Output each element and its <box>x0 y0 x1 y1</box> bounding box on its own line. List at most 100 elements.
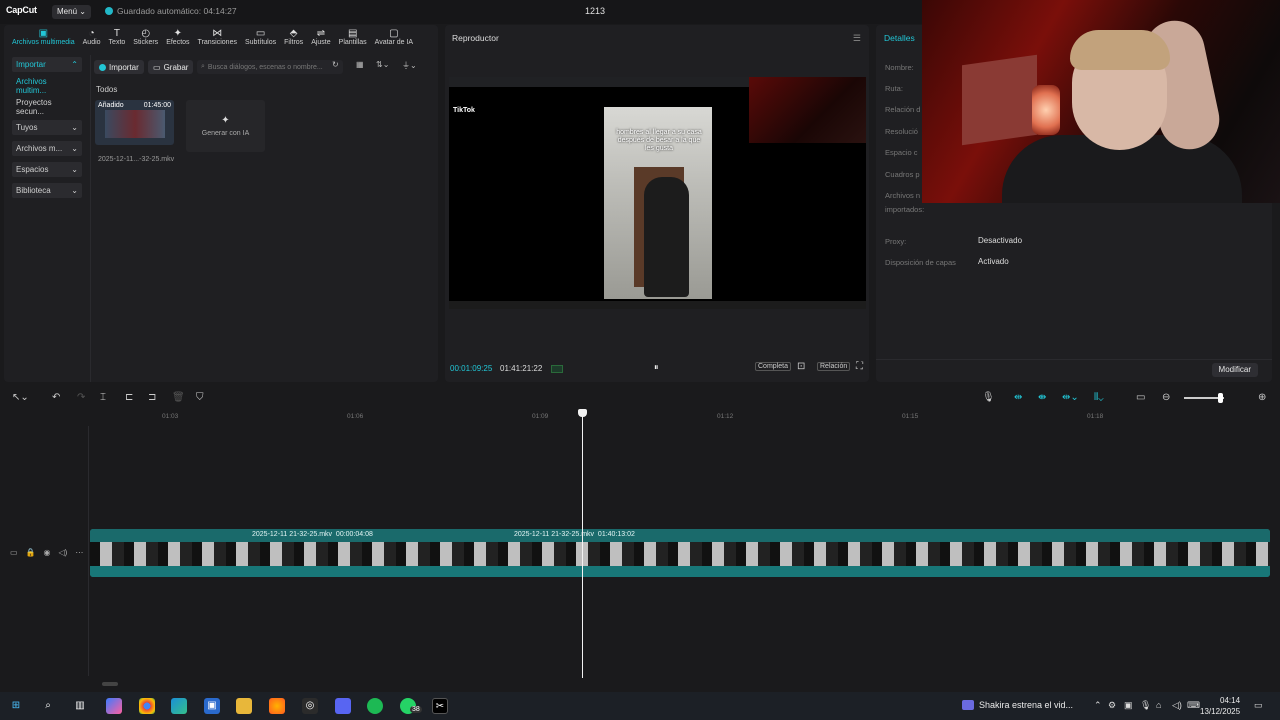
more-icon[interactable]: ⋯ <box>75 548 83 557</box>
search-input[interactable]: ⌕ Busca diálogos, escenas o nombre... <box>197 60 343 74</box>
tick-label: 01:18 <box>1087 413 1104 420</box>
magnet-icon[interactable]: ⇼ <box>1038 392 1046 403</box>
volume-icon[interactable]: ◁) <box>59 548 68 557</box>
delete-icon[interactable]: 🗑 <box>172 392 185 403</box>
timeline-ruler[interactable]: 01:03 01:06 01:09 01:12 01:15 01:18 <box>88 410 1280 424</box>
tab-filters[interactable]: ⬘ Filtros <box>280 25 307 51</box>
task-view-icon[interactable]: ▥ <box>72 698 88 714</box>
snapshot-icon[interactable]: ⊡ <box>797 361 805 372</box>
lock-icon[interactable]: 🔒 <box>26 548 36 557</box>
select-tool-icon[interactable]: ↖⌄ <box>12 392 29 403</box>
video-track[interactable]: 2025-12-11 21-32-25.mkv 00:00:04:08 2025… <box>90 529 1270 577</box>
refresh-icon[interactable]: ↻ <box>332 60 339 69</box>
system-clock[interactable]: 04:14 13/12/2025 <box>1200 695 1240 717</box>
project-title[interactable]: 1213 <box>585 6 605 16</box>
sidebar-item-import[interactable]: Importar ⌃ <box>12 57 82 72</box>
hamburger-icon[interactable]: ☰ <box>853 33 861 44</box>
marker-icon[interactable]: ⛉ <box>196 392 204 403</box>
link-clips-icon[interactable]: ⇹ <box>1014 392 1022 403</box>
cover-icon[interactable]: ▭ <box>10 548 18 557</box>
sidebar-item-secondary-projects[interactable]: Proyectos secun... <box>12 98 82 116</box>
tab-stickers[interactable]: ◴ Stickers <box>129 25 162 51</box>
edge-icon[interactable] <box>171 698 187 714</box>
filter-icon: ⬘ <box>289 28 298 39</box>
import-button[interactable]: Importar <box>94 60 144 74</box>
grid-view-icon[interactable]: ▦ <box>356 60 364 69</box>
trim-right-icon[interactable]: ⊐ <box>148 392 156 403</box>
tray-expand-icon[interactable]: ⌃ <box>1094 700 1102 711</box>
record-button[interactable]: ▭ Grabar <box>148 60 194 74</box>
fullscreen-icon[interactable]: ⛶ <box>856 361 863 372</box>
tab-text[interactable]: T Texto <box>105 25 130 51</box>
microphone-icon[interactable]: 🎙 <box>982 392 995 403</box>
firefox-icon[interactable] <box>269 698 285 714</box>
full-button[interactable]: Completa <box>755 362 791 371</box>
news-widget[interactable]: Shakira estrena el vid... <box>962 700 1073 710</box>
zoom-slider-handle[interactable] <box>1218 393 1223 403</box>
media-clip-thumbnail[interactable]: Añadido 01:45:00 <box>95 100 174 145</box>
capcut-icon[interactable]: ✂ <box>432 698 448 714</box>
file-explorer-icon[interactable] <box>236 698 252 714</box>
zoom-in-icon[interactable]: ⊕ <box>1258 392 1266 403</box>
tab-media[interactable]: ▣ Archivos multimedia <box>8 25 79 51</box>
chrome-icon[interactable] <box>139 698 155 714</box>
pause-button[interactable]: ⏸ <box>654 362 659 373</box>
tab-transitions[interactable]: ⋈ Transiciones <box>194 25 241 51</box>
sidebar-item-spaces[interactable]: Espacios ⌄ <box>12 162 82 177</box>
sort-icon[interactable]: ⇅⌄ <box>376 60 389 69</box>
sidebar-item-media-files[interactable]: Archivos multim... <box>12 77 82 95</box>
playhead-handle[interactable] <box>578 409 587 417</box>
sidebar-item-library[interactable]: Biblioteca ⌄ <box>12 183 82 198</box>
tab-subtitles[interactable]: ▭ Subtítulos <box>241 25 280 51</box>
tray-app-icon[interactable]: ⚙ <box>1108 700 1116 711</box>
tray-mic-icon[interactable]: 🎙 <box>1140 700 1151 711</box>
spotify-icon[interactable] <box>367 698 383 714</box>
filter-icon[interactable]: ⏚⌄ <box>402 60 417 71</box>
video-preview[interactable]: TikTok hombres al llegar a su casa despu… <box>449 77 866 309</box>
sidebar-item-files[interactable]: Archivos m... ⌄ <box>12 141 82 156</box>
tray-volume-icon[interactable]: ◁) <box>1172 700 1182 711</box>
sticker-icon: ◴ <box>141 28 151 39</box>
visibility-icon[interactable]: ◉ <box>44 548 51 557</box>
store-icon[interactable]: ▣ <box>204 698 220 714</box>
section-title: Todos <box>96 85 118 94</box>
modify-button[interactable]: Modificar <box>1211 363 1258 377</box>
chevron-down-icon: ⌄ <box>71 123 78 132</box>
tray-lang-icon[interactable]: ⌨ <box>1187 700 1200 711</box>
tray-network-icon[interactable]: ⌂ <box>1156 700 1161 710</box>
ratio-button[interactable]: Relación <box>817 362 851 371</box>
caption-track-icon[interactable]: ▭ <box>1136 392 1145 403</box>
preview-axis-icon[interactable]: ⫴⌄ <box>1094 392 1104 403</box>
snap-icon[interactable]: ⇹⌄ <box>1062 392 1079 403</box>
sidebar-item-yours[interactable]: Tuyos ⌄ <box>12 120 82 135</box>
split-icon[interactable]: ⌶ <box>100 392 106 403</box>
obs-icon[interactable]: ◎ <box>302 698 318 714</box>
generate-ai-button[interactable]: ✦ Generar con IA <box>186 100 265 152</box>
discord-icon[interactable] <box>335 698 351 714</box>
timeline-toolbar: ↖⌄ ↶ ↷ ⌶ ⊏ ⊐ 🗑 ⛉ 🎙 ⇹ ⇼ ⇹⌄ ⫴⌄ ▭ ⊖ ⊕ <box>0 386 1280 410</box>
search-icon[interactable]: ⌕ <box>40 698 56 714</box>
tray-screen-icon[interactable]: ▣ <box>1124 700 1133 711</box>
timecode-grid-icon[interactable] <box>551 365 563 373</box>
import-icon <box>99 63 106 71</box>
redo-icon[interactable]: ↷ <box>77 392 85 403</box>
tab-effects[interactable]: ✦ Efectos <box>162 25 193 51</box>
zoom-out-icon[interactable]: ⊖ <box>1162 392 1170 403</box>
trim-left-icon[interactable]: ⊏ <box>125 392 133 403</box>
record-icon: ▭ <box>153 62 161 72</box>
windows-start-icon[interactable]: ⊞ <box>8 698 24 714</box>
notifications-icon[interactable]: ▭ <box>1254 700 1263 711</box>
audio-icon: ◔ <box>88 28 95 39</box>
playhead[interactable] <box>582 410 583 678</box>
copilot-icon[interactable] <box>106 698 122 714</box>
webcam-person-hair <box>1070 30 1170 70</box>
undo-icon[interactable]: ↶ <box>52 392 60 403</box>
menu-button[interactable]: Menú ⌄ <box>52 5 91 19</box>
tab-audio[interactable]: ◔ Audio <box>79 25 105 51</box>
timeline-panel: ↖⌄ ↶ ↷ ⌶ ⊏ ⊐ 🗑 ⛉ 🎙 ⇹ ⇼ ⇹⌄ ⫴⌄ ▭ ⊖ ⊕ 01:03… <box>0 386 1280 692</box>
tab-templates[interactable]: ▤ Plantillas <box>335 25 371 51</box>
tab-ai-avatar[interactable]: ▢ Avatar de IA <box>371 25 417 51</box>
tab-adjust[interactable]: ⇌ Ajuste <box>307 25 334 51</box>
autosave-icon <box>105 7 113 15</box>
timeline-scrollbar[interactable] <box>102 682 118 686</box>
